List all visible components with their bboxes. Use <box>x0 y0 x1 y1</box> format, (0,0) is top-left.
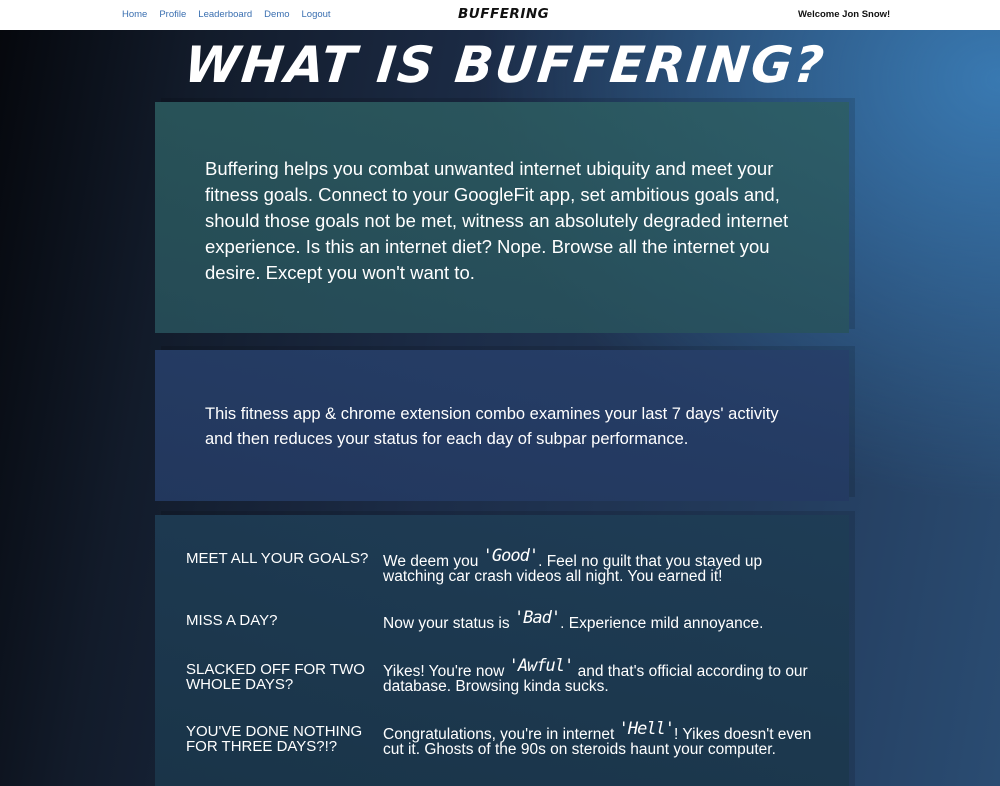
status-label-hell: 'Hell' <box>618 719 675 739</box>
brand-logo[interactable]: BUFFERING <box>458 6 549 22</box>
faq-answer: Congratulations, you're in internet 'Hel… <box>383 721 823 758</box>
nav-link-home[interactable]: Home <box>122 9 147 20</box>
status-label-awful: 'Awful' <box>508 656 575 676</box>
faq-question: MISS A DAY? <box>186 612 278 629</box>
nav-link-profile[interactable]: Profile <box>159 9 186 20</box>
welcome-message: Welcome Jon Snow! <box>798 9 891 20</box>
faq-question: MEET ALL YOUR GOALS? <box>186 550 369 567</box>
top-navbar: Home Profile Leaderboard Demo Logout BUF… <box>0 0 1000 30</box>
faq-answer-after: . Experience mild annoyance. <box>560 615 764 632</box>
status-label-bad: 'Bad' <box>513 608 561 628</box>
nav-link-demo[interactable]: Demo <box>264 9 289 20</box>
nav-links: Home Profile Leaderboard Demo Logout <box>122 9 343 20</box>
page-title: WHAT IS BUFFERING? <box>181 36 829 94</box>
status-faq-panel: MEET ALL YOUR GOALS? We deem you 'Good'.… <box>155 515 849 786</box>
faq-answer: We deem you 'Good'. Feel no guilt that y… <box>383 548 823 585</box>
faq-answer: Yikes! You're now 'Awful' and that's off… <box>383 658 823 695</box>
summary-panel: This fitness app & chrome extension comb… <box>155 350 849 501</box>
intro-panel: Buffering helps you combat unwanted inte… <box>155 102 849 333</box>
nav-link-leaderboard[interactable]: Leaderboard <box>198 9 252 20</box>
faq-question: YOU'VE DONE NOTHING FOR THREE DAYS?!? <box>186 723 363 755</box>
nav-link-logout[interactable]: Logout <box>302 9 331 20</box>
intro-text: Buffering helps you combat unwanted inte… <box>205 158 789 283</box>
faq-question: SLACKED OFF FOR TWO WHOLE DAYS? <box>186 661 365 693</box>
faq-answer: Now your status is 'Bad'. Experience mil… <box>383 610 823 632</box>
faq-answer-before: Now your status is <box>383 615 514 632</box>
status-label-good: 'Good' <box>482 546 539 566</box>
summary-text: This fitness app & chrome extension comb… <box>205 405 779 448</box>
